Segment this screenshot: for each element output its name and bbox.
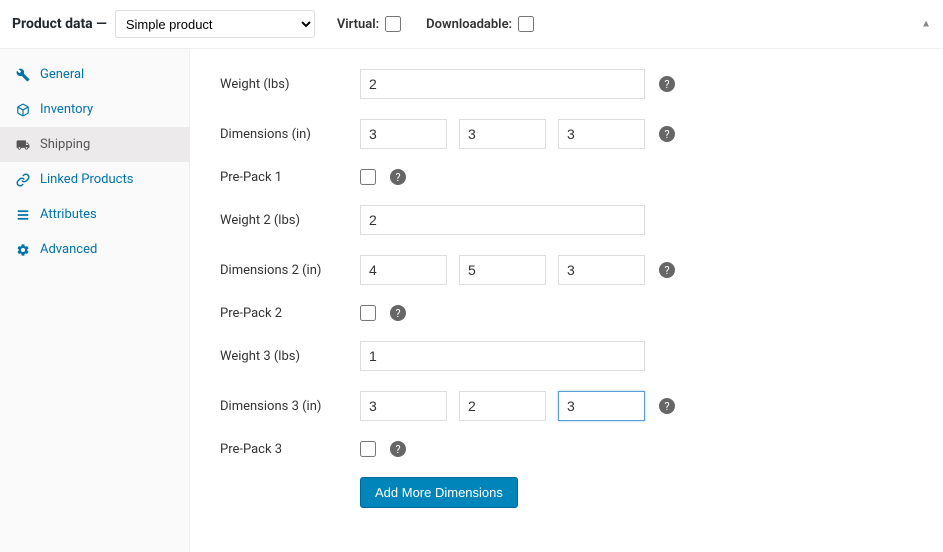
panel-header: Product data — Simple product Virtual: D… (0, 0, 943, 49)
list-icon (14, 208, 32, 222)
row-prepack1: Pre-Pack 1 ? (220, 169, 913, 185)
dim2-height-input[interactable] (558, 255, 645, 285)
sidebar-item-label: Linked Products (40, 172, 133, 187)
product-type-select[interactable]: Simple product (115, 10, 315, 38)
row-prepack2: Pre-Pack 2 ? (220, 305, 913, 321)
row-weight2: Weight 2 (lbs) (220, 205, 913, 235)
sidebar-item-general[interactable]: General (0, 57, 189, 92)
sidebar-item-advanced[interactable]: Advanced (0, 232, 189, 267)
row-weight3: Weight 3 (lbs) (220, 341, 913, 371)
sidebar-item-label: Attributes (40, 207, 97, 222)
weight-label: Weight (lbs) (220, 77, 360, 92)
dimensions2-label: Dimensions 2 (in) (220, 263, 360, 278)
panel-body: General Inventory Shipping Linked Produc… (0, 49, 943, 552)
prepack2-checkbox[interactable] (360, 305, 376, 321)
truck-icon (14, 138, 32, 152)
dim-height-input[interactable] (558, 119, 645, 149)
help-icon[interactable]: ? (390, 169, 406, 185)
downloadable-checkbox[interactable] (518, 16, 534, 32)
sidebar-item-linked[interactable]: Linked Products (0, 162, 189, 197)
panel-title: Product data — (12, 16, 107, 32)
row-prepack3: Pre-Pack 3 ? (220, 441, 913, 457)
collapse-toggle-icon[interactable]: ▲ (921, 19, 931, 30)
dim2-width-input[interactable] (459, 255, 546, 285)
dim-length-input[interactable] (360, 119, 447, 149)
product-data-panel: Product data — Simple product Virtual: D… (0, 0, 943, 552)
package-icon (14, 103, 32, 117)
weight3-input[interactable] (360, 341, 645, 371)
help-icon[interactable]: ? (659, 262, 675, 278)
dim3-width-input[interactable] (459, 391, 546, 421)
sidebar: General Inventory Shipping Linked Produc… (0, 49, 190, 552)
dimensions-label: Dimensions (in) (220, 127, 360, 142)
help-icon[interactable]: ? (390, 305, 406, 321)
help-icon[interactable]: ? (659, 126, 675, 142)
virtual-option[interactable]: Virtual: (337, 13, 404, 35)
weight3-label: Weight 3 (lbs) (220, 349, 360, 364)
virtual-checkbox[interactable] (385, 16, 401, 32)
dim3-length-input[interactable] (360, 391, 447, 421)
gear-icon (14, 243, 32, 257)
wrench-icon (14, 68, 32, 82)
row-dimensions: Dimensions (in) ? (220, 119, 913, 149)
help-icon[interactable]: ? (390, 441, 406, 457)
weight2-input[interactable] (360, 205, 645, 235)
prepack1-checkbox[interactable] (360, 169, 376, 185)
dim2-length-input[interactable] (360, 255, 447, 285)
sidebar-item-label: Inventory (40, 102, 93, 117)
weight2-label: Weight 2 (lbs) (220, 213, 360, 228)
add-more-dimensions-button[interactable]: Add More Dimensions (360, 477, 518, 508)
dimensions3-label: Dimensions 3 (in) (220, 399, 360, 414)
dim3-height-input[interactable] (558, 391, 645, 421)
link-icon (14, 173, 32, 187)
row-dimensions2: Dimensions 2 (in) ? (220, 255, 913, 285)
help-icon[interactable]: ? (659, 398, 675, 414)
sidebar-item-label: Advanced (40, 242, 97, 257)
weight-input[interactable] (360, 69, 645, 99)
downloadable-label: Downloadable: (426, 17, 512, 32)
row-dimensions3: Dimensions 3 (in) ? (220, 391, 913, 421)
sidebar-item-label: Shipping (40, 137, 90, 152)
sidebar-item-attributes[interactable]: Attributes (0, 197, 189, 232)
prepack3-checkbox[interactable] (360, 441, 376, 457)
downloadable-option[interactable]: Downloadable: (426, 13, 537, 35)
row-add-button: Add More Dimensions (220, 477, 913, 508)
prepack1-label: Pre-Pack 1 (220, 170, 360, 185)
virtual-label: Virtual: (337, 17, 379, 32)
sidebar-item-label: General (40, 67, 84, 82)
sidebar-item-shipping[interactable]: Shipping (0, 127, 189, 162)
dim-width-input[interactable] (459, 119, 546, 149)
help-icon[interactable]: ? (659, 76, 675, 92)
prepack3-label: Pre-Pack 3 (220, 442, 360, 457)
prepack2-label: Pre-Pack 2 (220, 306, 360, 321)
shipping-form: Weight (lbs) ? Dimensions (in) ? Pre-Pac… (190, 49, 943, 552)
row-weight: Weight (lbs) ? (220, 69, 913, 99)
sidebar-item-inventory[interactable]: Inventory (0, 92, 189, 127)
